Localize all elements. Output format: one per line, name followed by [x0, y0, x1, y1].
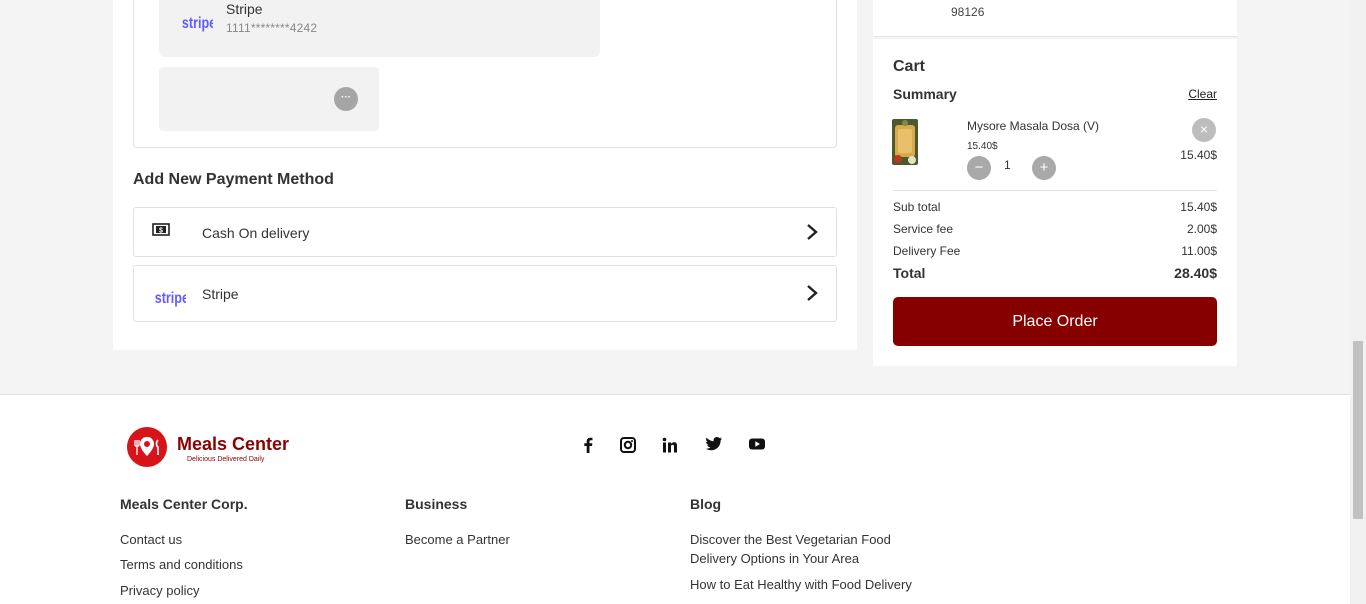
cart-panel: Cart Summary Clear Mysore Masala Dosa (V…	[873, 39, 1237, 366]
footer-link-privacy[interactable]: Privacy policy	[120, 583, 199, 598]
footer-link-contact[interactable]: Contact us	[120, 532, 182, 547]
twitter-icon[interactable]	[706, 437, 722, 456]
footer-col-title: Business	[405, 496, 468, 512]
clear-cart-link[interactable]: Clear	[1188, 87, 1217, 101]
footer-link-partner[interactable]: Become a Partner	[405, 532, 510, 547]
payment-method-stripe[interactable]: stripe Stripe	[133, 265, 837, 322]
summary-title: Summary	[893, 86, 957, 102]
stripe-logo: stripe	[181, 6, 216, 37]
saved-card-name: Stripe	[226, 1, 263, 17]
saved-methods-box: stripe Stripe 1111********4242 ···	[133, 0, 837, 148]
cart-title: Cart	[893, 58, 926, 75]
delivery-fee-row: Delivery Fee 11.00$	[893, 244, 1217, 258]
total-label: Total	[893, 265, 926, 281]
linkedin-icon[interactable]	[662, 437, 678, 458]
payment-method-cash[interactable]: $ Cash On delivery	[133, 207, 837, 257]
brand-name: Meals Center	[177, 434, 290, 454]
delivery-address-box: 98126	[873, 0, 1237, 37]
chevron-right-icon	[806, 224, 818, 245]
svg-text:stripe: stripe	[182, 14, 213, 32]
item-quantity: 1	[1004, 158, 1011, 172]
increase-quantity-button[interactable]: +	[1032, 156, 1056, 180]
item-unit-price: 15.40$	[967, 141, 998, 152]
logo-icon	[127, 427, 167, 467]
stripe-logo: stripe	[152, 281, 189, 312]
row-label: Service fee	[893, 222, 954, 236]
svg-text:$: $	[159, 227, 163, 234]
footer-col-title: Blog	[690, 496, 722, 512]
item-thumbnail	[892, 119, 918, 165]
instagram-icon[interactable]	[620, 437, 636, 458]
page-scrollbar[interactable]	[1350, 0, 1366, 604]
footer-link-blog-2[interactable]: How to Eat Healthy with Food Delivery	[690, 577, 912, 592]
saved-card-number: 1111********4242	[226, 21, 318, 35]
place-order-button[interactable]: Place Order	[893, 297, 1217, 346]
row-value: 11.00$	[1181, 244, 1217, 258]
row-value: 2.00$	[1186, 222, 1217, 236]
ellipsis-icon[interactable]: ···	[334, 87, 358, 111]
facebook-icon[interactable]	[582, 437, 594, 458]
cash-icon: $	[152, 223, 170, 242]
svg-text:stripe: stripe	[155, 289, 186, 307]
remove-item-button[interactable]: ×	[1192, 118, 1216, 142]
row-value: 15.40$	[1180, 200, 1217, 214]
total-row: Total 28.40$	[893, 265, 1217, 281]
total-value: 28.40$	[1174, 265, 1217, 281]
brand-logo[interactable]: Meals Center Delicious Delivered Daily	[127, 427, 289, 472]
saved-card-placeholder[interactable]: ···	[159, 67, 379, 131]
item-line-total: 15.40$	[1180, 148, 1217, 162]
payment-methods-panel: stripe Stripe 1111********4242 ··· Add N…	[113, 0, 857, 350]
chevron-right-icon	[806, 285, 818, 306]
saved-card-stripe[interactable]: stripe Stripe 1111********4242	[159, 0, 600, 57]
service-fee-row: Service fee 2.00$	[893, 222, 1217, 236]
decrease-quantity-button[interactable]: −	[967, 156, 991, 180]
footer-link-terms[interactable]: Terms and conditions	[120, 557, 243, 572]
row-label: Sub total	[893, 200, 941, 214]
add-payment-title: Add New Payment Method	[133, 171, 334, 188]
scrollbar-thumb[interactable]	[1353, 341, 1363, 519]
footer: Meals Center Delicious Delivered Daily M…	[0, 394, 1350, 604]
payment-method-label: Cash On delivery	[202, 225, 310, 241]
address-zip: 98126	[951, 5, 985, 19]
footer-link-blog-1[interactable]: Discover the Best Vegetarian Food	[690, 532, 891, 547]
item-name: Mysore Masala Dosa (V)	[967, 119, 1100, 133]
footer-link-blog-1-cont[interactable]: Delivery Options in Your Area	[690, 551, 859, 566]
subtotal-row: Sub total 15.40$	[893, 200, 1217, 214]
payment-method-label: Stripe	[202, 286, 239, 302]
divider	[893, 190, 1217, 191]
youtube-icon[interactable]	[749, 437, 765, 455]
brand-tagline: Delicious Delivered Daily	[187, 456, 265, 463]
row-label: Delivery Fee	[893, 244, 961, 258]
footer-col-title: Meals Center Corp.	[120, 496, 248, 512]
